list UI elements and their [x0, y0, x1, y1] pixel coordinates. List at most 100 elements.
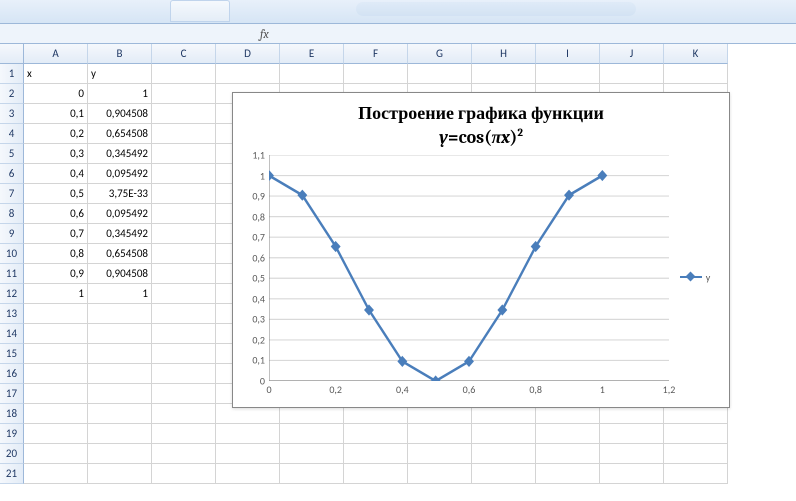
- cell[interactable]: 1: [88, 284, 152, 304]
- cell[interactable]: [152, 304, 216, 324]
- cell[interactable]: [88, 324, 152, 344]
- column-header[interactable]: G: [408, 44, 472, 64]
- cell[interactable]: [24, 464, 88, 484]
- row-header[interactable]: 16: [0, 364, 24, 384]
- cell[interactable]: 0,345492: [88, 224, 152, 244]
- cell[interactable]: [472, 64, 536, 84]
- cell[interactable]: [664, 464, 728, 484]
- cell[interactable]: [600, 444, 664, 464]
- row-header[interactable]: 10: [0, 244, 24, 264]
- cell[interactable]: [152, 344, 216, 364]
- cell[interactable]: [280, 444, 344, 464]
- cell[interactable]: [408, 444, 472, 464]
- row-header[interactable]: 2: [0, 84, 24, 104]
- cell[interactable]: [88, 424, 152, 444]
- cell[interactable]: [216, 64, 280, 84]
- chart-plot-area[interactable]: 00,10,20,30,40,50,60,70,80,911,1: [269, 155, 669, 381]
- row-header[interactable]: 18: [0, 404, 24, 424]
- cell[interactable]: [24, 444, 88, 464]
- cell[interactable]: 3,75E-33: [88, 184, 152, 204]
- column-header[interactable]: A: [24, 44, 88, 64]
- cell[interactable]: [24, 304, 88, 324]
- column-header[interactable]: E: [280, 44, 344, 64]
- column-header[interactable]: I: [536, 44, 600, 64]
- row-header[interactable]: 20: [0, 444, 24, 464]
- cell[interactable]: 0,3: [24, 144, 88, 164]
- cell[interactable]: [152, 364, 216, 384]
- row-header[interactable]: 13: [0, 304, 24, 324]
- cell[interactable]: [24, 384, 88, 404]
- cell[interactable]: [24, 344, 88, 364]
- cell[interactable]: [280, 464, 344, 484]
- cell[interactable]: [152, 184, 216, 204]
- cell[interactable]: [152, 464, 216, 484]
- cell[interactable]: 0,9: [24, 264, 88, 284]
- cell[interactable]: [536, 424, 600, 444]
- row-header[interactable]: 3: [0, 104, 24, 124]
- column-header[interactable]: C: [152, 44, 216, 64]
- cell[interactable]: 0,8: [24, 244, 88, 264]
- cell[interactable]: [88, 464, 152, 484]
- column-header[interactable]: B: [88, 44, 152, 64]
- select-all-corner[interactable]: [0, 44, 24, 64]
- cell[interactable]: [344, 424, 408, 444]
- cell[interactable]: [280, 64, 344, 84]
- cell[interactable]: [664, 444, 728, 464]
- cell[interactable]: 0,5: [24, 184, 88, 204]
- cell[interactable]: [216, 424, 280, 444]
- cell[interactable]: y: [88, 64, 152, 84]
- cell[interactable]: [472, 444, 536, 464]
- cell[interactable]: 0,904508: [88, 264, 152, 284]
- cell[interactable]: [152, 384, 216, 404]
- cell[interactable]: 0,345492: [88, 144, 152, 164]
- cell[interactable]: 0,654508: [88, 244, 152, 264]
- chart-legend[interactable]: y: [669, 155, 721, 399]
- cell[interactable]: [152, 264, 216, 284]
- cell[interactable]: [152, 424, 216, 444]
- cell[interactable]: [152, 204, 216, 224]
- cell[interactable]: [152, 164, 216, 184]
- cell[interactable]: [280, 424, 344, 444]
- cell[interactable]: 0,2: [24, 124, 88, 144]
- cell[interactable]: [152, 64, 216, 84]
- chart-object[interactable]: Построение графика функции y=cos(πx)2 00…: [232, 92, 730, 408]
- cell[interactable]: 0,095492: [88, 164, 152, 184]
- cell[interactable]: [600, 464, 664, 484]
- cell[interactable]: [600, 64, 664, 84]
- cell[interactable]: [472, 424, 536, 444]
- cell[interactable]: [472, 464, 536, 484]
- cell[interactable]: 0: [24, 84, 88, 104]
- row-header[interactable]: 1: [0, 64, 24, 84]
- formula-bar[interactable]: fx: [0, 24, 796, 44]
- cell[interactable]: x: [24, 64, 88, 84]
- row-header[interactable]: 21: [0, 464, 24, 484]
- cell[interactable]: [536, 444, 600, 464]
- row-header[interactable]: 8: [0, 204, 24, 224]
- row-header[interactable]: 14: [0, 324, 24, 344]
- row-header[interactable]: 5: [0, 144, 24, 164]
- cell[interactable]: [408, 464, 472, 484]
- cell[interactable]: [152, 84, 216, 104]
- cell[interactable]: 0,4: [24, 164, 88, 184]
- cell[interactable]: 1: [24, 284, 88, 304]
- fx-icon[interactable]: fx: [260, 27, 269, 41]
- column-header[interactable]: J: [600, 44, 664, 64]
- cell[interactable]: [408, 64, 472, 84]
- cell[interactable]: [344, 444, 408, 464]
- row-header[interactable]: 17: [0, 384, 24, 404]
- cell[interactable]: [24, 404, 88, 424]
- cell[interactable]: [408, 424, 472, 444]
- cell[interactable]: [216, 444, 280, 464]
- cell[interactable]: 0,1: [24, 104, 88, 124]
- ribbon-tab[interactable]: [170, 0, 230, 22]
- cell[interactable]: [536, 64, 600, 84]
- cell[interactable]: [152, 244, 216, 264]
- cell[interactable]: [88, 304, 152, 324]
- row-header[interactable]: 9: [0, 224, 24, 244]
- cell[interactable]: 0,904508: [88, 104, 152, 124]
- row-header[interactable]: 19: [0, 424, 24, 444]
- row-header[interactable]: 11: [0, 264, 24, 284]
- cell[interactable]: 0,7: [24, 224, 88, 244]
- cell[interactable]: [88, 404, 152, 424]
- cell[interactable]: [152, 144, 216, 164]
